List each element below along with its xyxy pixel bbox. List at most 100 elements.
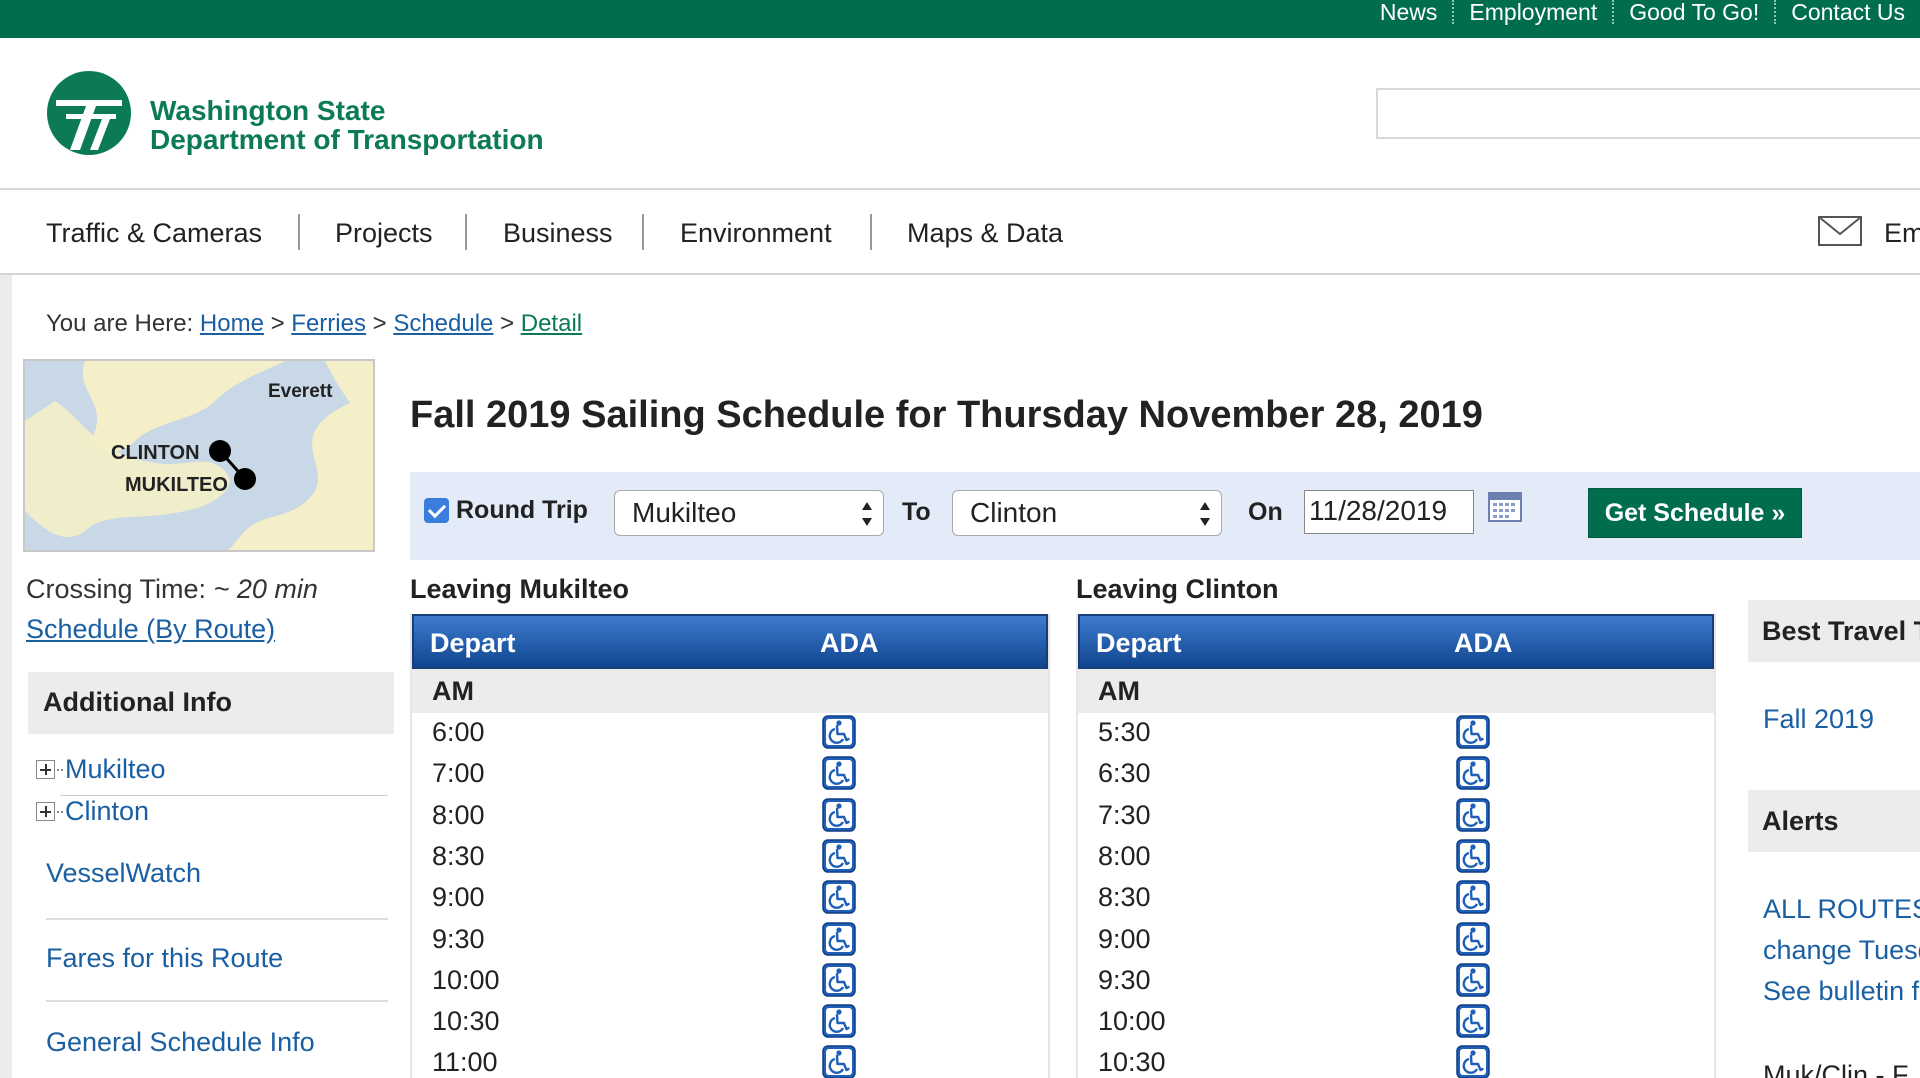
col-depart: Depart — [430, 628, 516, 658]
page-title: Fall 2019 Sailing Schedule for Thursday … — [410, 394, 1483, 436]
alert-line[interactable]: Muk/Clin - F — [1763, 1060, 1909, 1078]
table-row: 6:30 — [1078, 754, 1714, 795]
alert-line[interactable]: ALL ROUTES — [1763, 894, 1920, 925]
additional-info-header: Additional Info — [28, 672, 394, 734]
nav-divider — [0, 273, 1920, 275]
tree-item-clinton[interactable]: Clinton — [36, 796, 149, 827]
schedule-by-route-link[interactable]: Schedule (By Route) — [26, 614, 275, 645]
org-name-line2: Department of Transportation — [150, 124, 544, 155]
nav-traffic-cameras[interactable]: Traffic & Cameras — [46, 218, 262, 249]
to-terminal-select[interactable]: Clinton — [952, 490, 1222, 536]
departure-time: 10:30 — [1098, 1047, 1166, 1078]
period-row: AM — [1078, 669, 1714, 713]
alerts-title: Alerts — [1762, 806, 1839, 836]
col-ada: ADA — [820, 628, 879, 658]
breadcrumb-detail[interactable]: Detail — [521, 310, 582, 337]
period-row: AM — [412, 669, 1048, 713]
vesselwatch-link[interactable]: VesselWatch — [46, 858, 201, 889]
schedule-form: Round Trip Mukilteo To Clinton On 11/28/… — [410, 472, 1920, 560]
map-label-clinton: CLINTON — [111, 442, 200, 464]
table-row: 9:30 — [1078, 961, 1714, 1002]
sidebar-divider — [46, 918, 388, 920]
top-link-employment[interactable]: Employment — [1452, 0, 1612, 24]
from-terminal-select[interactable]: Mukilteo — [614, 490, 884, 536]
map-label-everett: Everett — [268, 381, 333, 402]
breadcrumb-separator: > — [270, 310, 285, 337]
table-row: 8:00 — [1078, 837, 1714, 878]
alerts-header: Alerts — [1748, 790, 1920, 852]
alert-line[interactable]: See bulletin f — [1763, 976, 1919, 1007]
period-label: AM — [432, 676, 474, 706]
to-terminal-value: Clinton — [970, 497, 1058, 528]
departure-time: 9:00 — [1098, 923, 1151, 954]
tree-connector — [57, 768, 63, 771]
table-row: 11:00 — [412, 1043, 1048, 1078]
breadcrumb-schedule[interactable]: Schedule — [393, 310, 493, 337]
nav-business[interactable]: Business — [503, 218, 613, 249]
departure-time: 8:30 — [432, 840, 485, 871]
departure-time: 8:00 — [432, 799, 485, 830]
mail-icon[interactable] — [1818, 216, 1862, 246]
alert-line[interactable]: change Tuesd — [1763, 935, 1920, 966]
breadcrumb-separator: > — [372, 310, 387, 337]
tree-item-label[interactable]: Mukilteo — [65, 754, 166, 785]
tree-item-mukilteo[interactable]: Mukilteo — [36, 754, 166, 785]
to-label: To — [902, 498, 931, 526]
get-schedule-button[interactable]: Get Schedule » — [1588, 488, 1802, 538]
wheelchair-accessible-icon — [822, 756, 856, 791]
sidebar-divider — [46, 1000, 388, 1002]
wheelchair-accessible-icon — [822, 715, 856, 749]
departure-time: 9:30 — [1098, 964, 1151, 995]
top-bar: News Employment Good To Go! Contact Us — [0, 0, 1920, 38]
crossing-time-value: ~ 20 min — [213, 574, 318, 604]
nav-environment[interactable]: Environment — [680, 218, 832, 249]
schedule-table-mukilteo: Depart ADA AM 6:00 7:00 8:00 8:30 9:00 9:30 10… — [410, 614, 1050, 1078]
top-link-good-to-go[interactable]: Good To Go! — [1612, 0, 1774, 24]
table-row: 9:30 — [412, 920, 1048, 961]
breadcrumb-separator: > — [500, 310, 515, 337]
table-row: 5:30 — [1078, 713, 1714, 754]
tree-connector — [57, 810, 63, 813]
best-travel-fall-2019-link[interactable]: Fall 2019 — [1763, 704, 1874, 735]
top-links: News Employment Good To Go! Contact Us — [1365, 0, 1920, 38]
breadcrumb-ferries[interactable]: Ferries — [291, 310, 366, 337]
general-schedule-info-link[interactable]: General Schedule Info — [46, 1027, 315, 1058]
table-row: 10:00 — [412, 961, 1048, 1002]
tree-expand-icon[interactable] — [36, 760, 55, 779]
breadcrumb-home[interactable]: Home — [200, 310, 264, 337]
table-row: 10:30 — [412, 1002, 1048, 1043]
nav-projects[interactable]: Projects — [335, 218, 433, 249]
select-arrows-icon — [862, 502, 872, 526]
wheelchair-accessible-icon — [1456, 715, 1490, 749]
fares-link[interactable]: Fares for this Route — [46, 943, 283, 974]
wheelchair-accessible-icon — [1456, 921, 1490, 956]
tree-expand-icon[interactable] — [36, 802, 55, 821]
route-map-graphic: Everett CLINTON MUKILTEO — [25, 361, 373, 550]
date-input[interactable]: 11/28/2019 — [1304, 490, 1474, 534]
top-link-contact-us[interactable]: Contact Us — [1774, 0, 1920, 24]
table-row: 8:00 — [412, 796, 1048, 837]
departure-time: 8:30 — [1098, 882, 1151, 913]
departure-time: 10:00 — [1098, 1006, 1166, 1037]
table-header: Depart ADA — [1078, 614, 1714, 669]
departure-time: 8:00 — [1098, 840, 1151, 871]
nav-maps-data[interactable]: Maps & Data — [907, 218, 1063, 249]
departure-time: 7:00 — [432, 758, 485, 789]
search-input[interactable] — [1376, 88, 1920, 139]
wheelchair-accessible-icon — [822, 963, 856, 997]
org-name-line1: Washington State — [150, 95, 386, 126]
nav-email-updates[interactable]: Em — [1884, 218, 1920, 249]
calendar-icon[interactable] — [1488, 492, 1522, 522]
wheelchair-accessible-icon — [822, 1004, 856, 1038]
tree-item-label[interactable]: Clinton — [65, 796, 149, 827]
table-row: 10:00 — [1078, 1002, 1714, 1043]
wsdot-logo-icon[interactable] — [46, 70, 132, 156]
top-link-news[interactable]: News — [1365, 0, 1453, 24]
round-trip-checkbox[interactable] — [424, 498, 449, 523]
departure-time: 10:00 — [432, 964, 500, 995]
leaving-mukilteo-title: Leaving Mukilteo — [410, 574, 630, 604]
crossing-time-label: Crossing Time: — [26, 574, 207, 604]
round-trip-label[interactable]: Round Trip — [456, 496, 588, 525]
org-name[interactable]: Washington State Department of Transport… — [150, 96, 544, 154]
on-label: On — [1248, 498, 1283, 526]
